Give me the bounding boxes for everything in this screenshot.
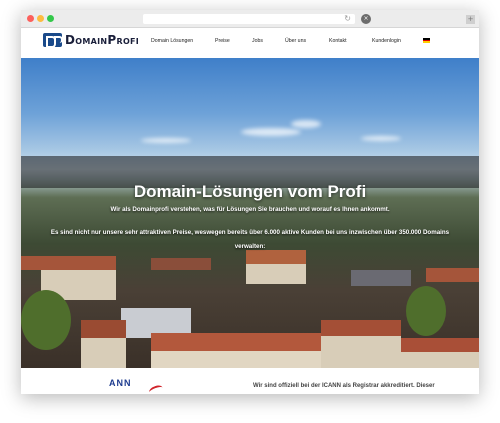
hero-cloud: [291, 120, 321, 128]
minimize-window-button[interactable]: [37, 15, 44, 22]
hero-house-roof: [151, 333, 321, 351]
icann-swoosh-icon: [148, 383, 164, 394]
accreditation-section: ANN Wir sind offiziell bei der ICANN als…: [21, 368, 479, 394]
nav-item-preise[interactable]: Preise: [215, 38, 230, 44]
hero-house-wall: [246, 264, 306, 284]
hero-cloud: [241, 128, 301, 136]
hero-house-roof: [401, 338, 479, 352]
hero-house-roof: [351, 270, 411, 286]
stop-icon[interactable]: ×: [361, 14, 371, 24]
logo-mark-icon: [43, 33, 63, 48]
hero-text: Es sind nicht nur unsere sehr attraktive…: [50, 229, 450, 250]
icann-logo: ANN: [109, 378, 132, 388]
hero-house-roof: [151, 258, 211, 270]
new-tab-icon[interactable]: +: [466, 15, 475, 24]
hero-house-roof: [81, 320, 126, 338]
site-logo[interactable]: DomainProfi: [43, 33, 140, 48]
hero-house-roof: [426, 268, 479, 282]
hero-section: Domain-Lösungen vom Profi Wir als Domain…: [21, 58, 479, 368]
nav-item-kontakt[interactable]: Kontakt: [329, 38, 347, 44]
hero-tree: [406, 286, 446, 336]
logo-text: DomainProfi: [65, 33, 140, 47]
flag-icon-de[interactable]: [423, 38, 430, 43]
nav-item-domain-loesungen[interactable]: Domain Lösungen: [151, 38, 193, 44]
hero-house-wall: [81, 338, 126, 368]
nav-item-jobs[interactable]: Jobs: [252, 38, 263, 44]
close-window-button[interactable]: [27, 15, 34, 22]
browser-window: ↻ × + DomainProfi Domain Lösungen Preise…: [21, 10, 479, 394]
hero-cloud: [141, 138, 191, 143]
nav-item-kundenlogin[interactable]: Kundenlogin: [372, 38, 401, 44]
hero-tree: [21, 290, 71, 350]
hero-title: Domain-Lösungen vom Profi: [133, 182, 367, 201]
hero-subtitle: Wir als Domainprofi verstehen, was für L…: [110, 206, 390, 213]
nav-item-ueber-uns[interactable]: Über uns: [285, 38, 306, 44]
hero-house-wall: [321, 336, 401, 368]
hero-house-wall: [151, 351, 321, 368]
maximize-window-button[interactable]: [47, 15, 54, 22]
browser-toolbar: ↻ × +: [21, 10, 479, 28]
icann-accreditation-text: Wir sind offiziell bei der ICANN als Reg…: [253, 383, 435, 389]
address-bar[interactable]: ↻: [143, 14, 355, 24]
reload-icon[interactable]: ↻: [344, 14, 351, 24]
site-header: DomainProfi Domain Lösungen Preise Jobs …: [21, 28, 479, 58]
hero-cloud: [361, 136, 401, 141]
hero-house-roof: [21, 256, 116, 270]
hero-house-wall: [401, 352, 479, 368]
hero-house-roof: [321, 320, 401, 336]
